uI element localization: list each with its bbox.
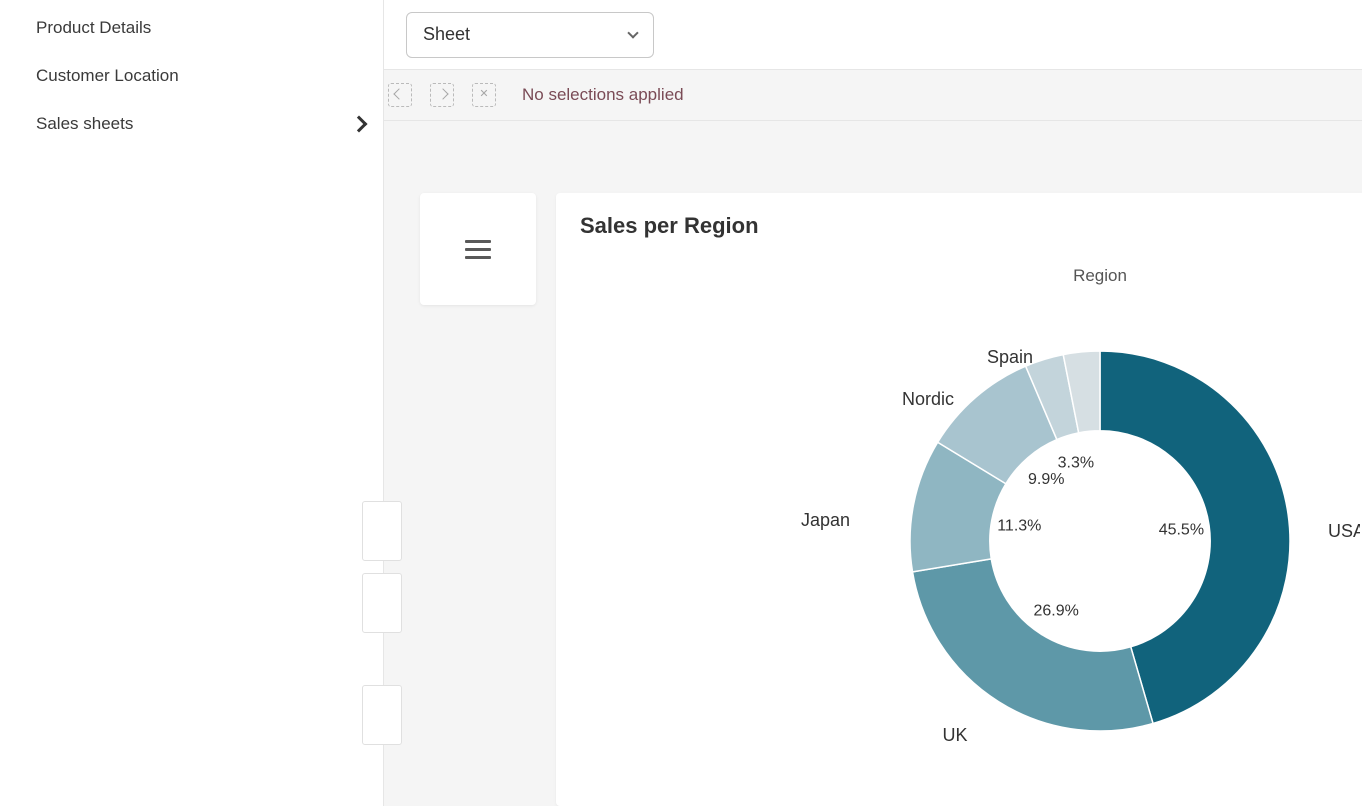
sidebar-item-product-details[interactable]: Product Details: [0, 4, 383, 52]
chevron-down-icon: [627, 27, 638, 38]
legend-title: Region: [1073, 266, 1127, 285]
sidebar-item-label: Product Details: [36, 18, 151, 38]
slice-value-label: 26.9%: [1033, 603, 1078, 620]
slice-name-label: USA: [1328, 521, 1360, 541]
sidebar-item-customer-location[interactable]: Customer Location: [0, 52, 383, 100]
chart-card: Sales per Region Region 45.5% USA 26.9% UK 11…: [556, 193, 1362, 806]
chevron-right-icon: [351, 116, 368, 133]
sidebar-item-label: Sales sheets: [36, 114, 133, 134]
selection-clear-icon[interactable]: [472, 83, 496, 107]
slice-name-label: Spain: [987, 347, 1033, 367]
ghost-card: [362, 573, 402, 633]
donut-chart[interactable]: Region 45.5% USA 26.9% UK 11.3% Japan 9.9% Nordi…: [580, 251, 1360, 776]
ghost-card: [362, 685, 402, 745]
donut-slice-uk[interactable]: [913, 559, 1153, 731]
sidebar: Product Details Customer Location Sales …: [0, 0, 384, 806]
selections-bar: No selections applied: [384, 70, 1362, 121]
chart-title: Sales per Region: [580, 213, 1360, 239]
hamburger-icon: [465, 240, 491, 259]
selection-back-icon[interactable]: [388, 83, 412, 107]
object-menu-button[interactable]: [420, 193, 536, 305]
selections-message: No selections applied: [522, 85, 684, 105]
main-area: Sheet No selections applied Sales per Re…: [384, 0, 1362, 806]
slice-value-label: 3.3%: [1058, 454, 1094, 471]
slice-name-label: Japan: [801, 510, 850, 530]
slice-value-label: 11.3%: [997, 517, 1041, 534]
slice-value-label: 9.9%: [1028, 471, 1064, 488]
sheet-dropdown[interactable]: Sheet: [406, 12, 654, 58]
slice-name-label: Nordic: [902, 389, 954, 409]
slice-name-label: UK: [942, 725, 967, 745]
sidebar-item-sales-sheets[interactable]: Sales sheets: [0, 100, 383, 148]
sidebar-item-label: Customer Location: [36, 66, 179, 86]
ghost-card: [362, 501, 402, 561]
dropdown-label: Sheet: [423, 24, 470, 45]
selection-forward-icon[interactable]: [430, 83, 454, 107]
topbar: Sheet: [384, 0, 1362, 70]
sheet-canvas: Sales per Region Region 45.5% USA 26.9% UK 11…: [384, 121, 1362, 806]
slice-value-label: 45.5%: [1159, 521, 1204, 538]
